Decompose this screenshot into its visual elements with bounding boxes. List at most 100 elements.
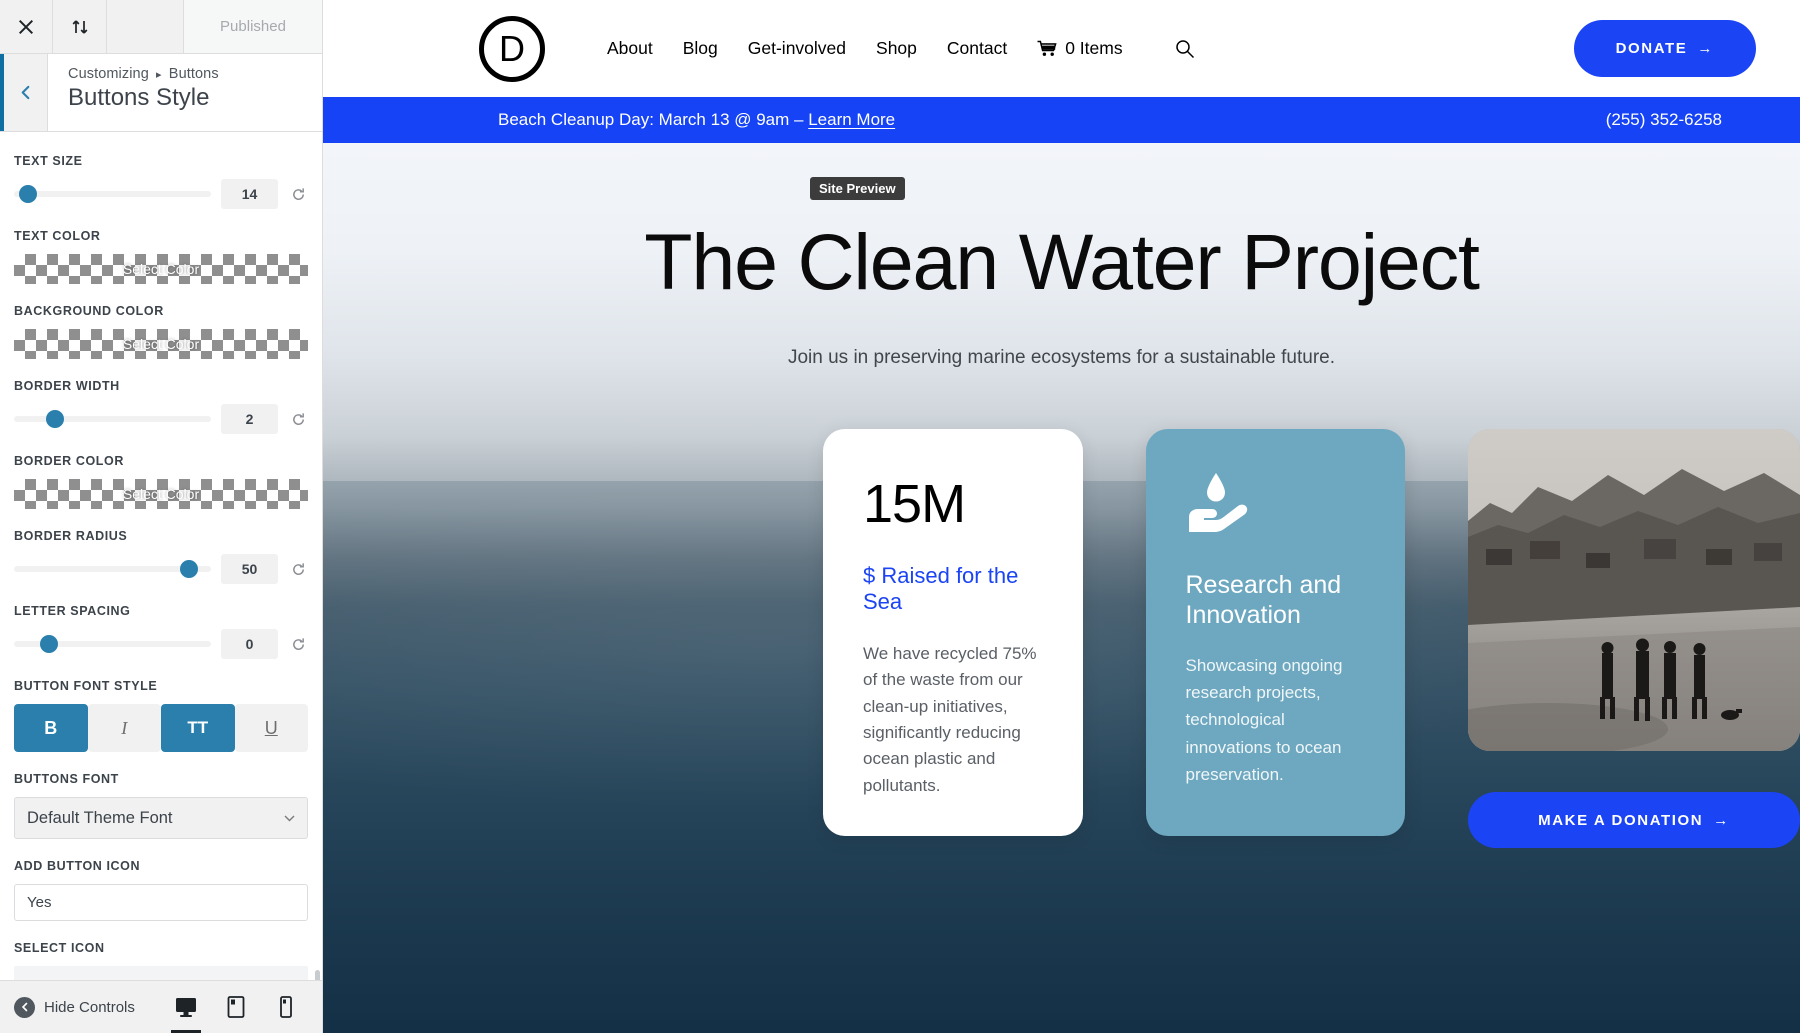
breadcrumb-root: Customizing	[68, 66, 149, 82]
device-mobile-button[interactable]	[264, 981, 308, 1033]
hide-controls-button[interactable]: Hide Controls	[14, 996, 135, 1018]
font-style-uppercase-button[interactable]: TT	[161, 704, 235, 752]
cards-row: 15M $ Raised for the Sea We have recycle…	[323, 429, 1800, 848]
make-donation-button[interactable]: MAKE A DONATION →	[1468, 792, 1800, 848]
stat-number: 15M	[863, 474, 966, 534]
control-button-font-style: BUTTON FONT STYLE B I TT U	[14, 679, 308, 752]
control-label: LETTER SPACING	[14, 604, 131, 618]
water-drop-hand-icon	[1188, 473, 1247, 532]
control-label: BORDER RADIUS	[14, 529, 128, 543]
control-buttons-font: BUTTONS FONT Default Theme Font	[14, 772, 308, 839]
announcement-phone[interactable]: (255) 352-6258	[1606, 110, 1722, 130]
reset-icon[interactable]	[288, 562, 308, 577]
chevron-down-icon	[284, 809, 295, 828]
slider-knob[interactable]	[180, 560, 199, 578]
tablet-icon	[227, 996, 245, 1018]
control-label: BORDER WIDTH	[14, 379, 120, 393]
nav-links: About Blog Get-involved Shop Contact 0 I…	[607, 38, 1195, 59]
back-button[interactable]	[0, 54, 48, 131]
nav-link-about[interactable]: About	[607, 38, 653, 59]
select-color-label: Select Color	[122, 486, 200, 502]
panel-header: Customizing ▸ Buttons Buttons Style	[0, 54, 322, 132]
border-width-slider[interactable]	[14, 410, 211, 428]
feature-card: Research and Innovation Showcasing ongoi…	[1145, 429, 1405, 836]
font-style-italic-button[interactable]: I	[87, 704, 161, 752]
select-color-label: Select Color	[122, 336, 200, 352]
control-border-width: BORDER WIDTH 2	[14, 379, 308, 434]
hero-title: The Clean Water Project	[644, 217, 1480, 306]
text-color-picker[interactable]: Select Color	[14, 254, 308, 284]
nav-link-get-involved[interactable]: Get-involved	[748, 38, 846, 59]
announcement-message: Beach Cleanup Day: March 13 @ 9am –	[498, 110, 809, 129]
chevron-left-icon	[21, 85, 30, 100]
hide-controls-label: Hide Controls	[44, 998, 135, 1016]
page-title: Buttons Style	[68, 84, 210, 111]
control-text-color: TEXT COLOR Select Color	[14, 229, 308, 284]
panel-titles: Customizing ▸ Buttons Buttons Style	[48, 54, 219, 131]
arrow-right-icon: →	[1697, 40, 1714, 57]
stat-subtitle: $ Raised for the Sea	[863, 563, 1019, 614]
feature-title: Research and Innovation	[1185, 571, 1342, 629]
learn-more-link[interactable]: Learn More	[808, 110, 895, 129]
donate-label: DONATE	[1615, 40, 1688, 57]
reset-icon[interactable]	[288, 412, 308, 427]
border-width-value[interactable]: 2	[221, 404, 278, 434]
border-radius-value[interactable]: 50	[221, 554, 278, 584]
site-preview-pane[interactable]: D About Blog Get-involved Shop Contact 0…	[323, 0, 1800, 1033]
customizer-footer: Hide Controls	[0, 980, 322, 1033]
add-button-icon-input[interactable]: Yes	[14, 884, 308, 921]
breadcrumb-current: Buttons	[168, 66, 219, 82]
control-label: BUTTONS FONT	[14, 772, 119, 786]
sort-arrows-icon[interactable]	[53, 0, 107, 53]
announcement-text: Beach Cleanup Day: March 13 @ 9am – Lear…	[498, 110, 895, 130]
stat-card: 15M $ Raised for the Sea We have recycle…	[823, 429, 1083, 836]
control-background-color: BACKGROUND COLOR Select Color	[14, 304, 308, 359]
donate-button[interactable]: DONATE →	[1573, 20, 1756, 77]
site-navigation: D About Blog Get-involved Shop Contact 0…	[323, 0, 1800, 97]
control-label: BORDER COLOR	[14, 454, 124, 468]
breadcrumb-separator: ▸	[156, 69, 162, 81]
search-icon[interactable]	[1175, 39, 1195, 59]
control-label: SELECT ICON	[14, 941, 105, 955]
buttons-font-value: Default Theme Font	[27, 808, 173, 827]
border-radius-slider[interactable]	[14, 560, 211, 578]
nav-link-blog[interactable]: Blog	[683, 38, 718, 59]
slider-knob[interactable]	[40, 635, 59, 653]
background-color-picker[interactable]: Select Color	[14, 329, 308, 359]
text-size-slider[interactable]	[14, 185, 211, 203]
stat-body: We have recycled 75% of the waste from o…	[863, 644, 1037, 795]
site-logo[interactable]: D	[479, 15, 545, 82]
breadcrumb: Customizing ▸ Buttons	[68, 66, 219, 82]
device-tablet-button[interactable]	[214, 981, 258, 1033]
device-desktop-button[interactable]	[164, 981, 208, 1033]
reset-icon[interactable]	[288, 187, 308, 202]
close-icon[interactable]	[0, 0, 53, 53]
controls-scroll-area[interactable]: TEXT SIZE 14 TEXT COLOR Select Color BAC…	[0, 132, 322, 1033]
nav-link-contact[interactable]: Contact	[947, 38, 1007, 59]
cart-icon	[1037, 40, 1057, 56]
letter-spacing-slider[interactable]	[14, 635, 211, 653]
letter-spacing-value[interactable]: 0	[221, 629, 278, 659]
slider-knob[interactable]	[46, 410, 65, 428]
arrow-right-icon: →	[1713, 811, 1730, 829]
publish-button[interactable]: Published	[183, 0, 322, 53]
cart-link[interactable]: 0 Items	[1037, 38, 1123, 59]
text-size-value[interactable]: 14	[221, 179, 278, 209]
control-border-radius: BORDER RADIUS 50	[14, 529, 308, 584]
control-label: TEXT COLOR	[14, 229, 101, 243]
feature-body: Showcasing ongoing research projects, te…	[1185, 656, 1343, 784]
control-letter-spacing: LETTER SPACING 0	[14, 604, 308, 659]
slider-knob[interactable]	[18, 185, 37, 203]
beach-photo	[1468, 429, 1800, 751]
buttons-font-select[interactable]: Default Theme Font	[14, 797, 308, 839]
control-label: ADD BUTTON ICON	[14, 859, 141, 873]
nav-link-shop[interactable]: Shop	[876, 38, 917, 59]
font-style-bold-button[interactable]: B	[14, 704, 88, 752]
customizer-topbar: Published	[0, 0, 322, 54]
customizer-app: Published Customizing ▸ Buttons Buttons …	[0, 0, 1800, 1033]
font-style-underline-button[interactable]: U	[234, 704, 308, 752]
border-color-picker[interactable]: Select Color	[14, 479, 308, 509]
add-button-icon-value: Yes	[27, 894, 52, 911]
site-preview-tooltip: Site Preview	[810, 177, 905, 200]
reset-icon[interactable]	[288, 637, 308, 652]
